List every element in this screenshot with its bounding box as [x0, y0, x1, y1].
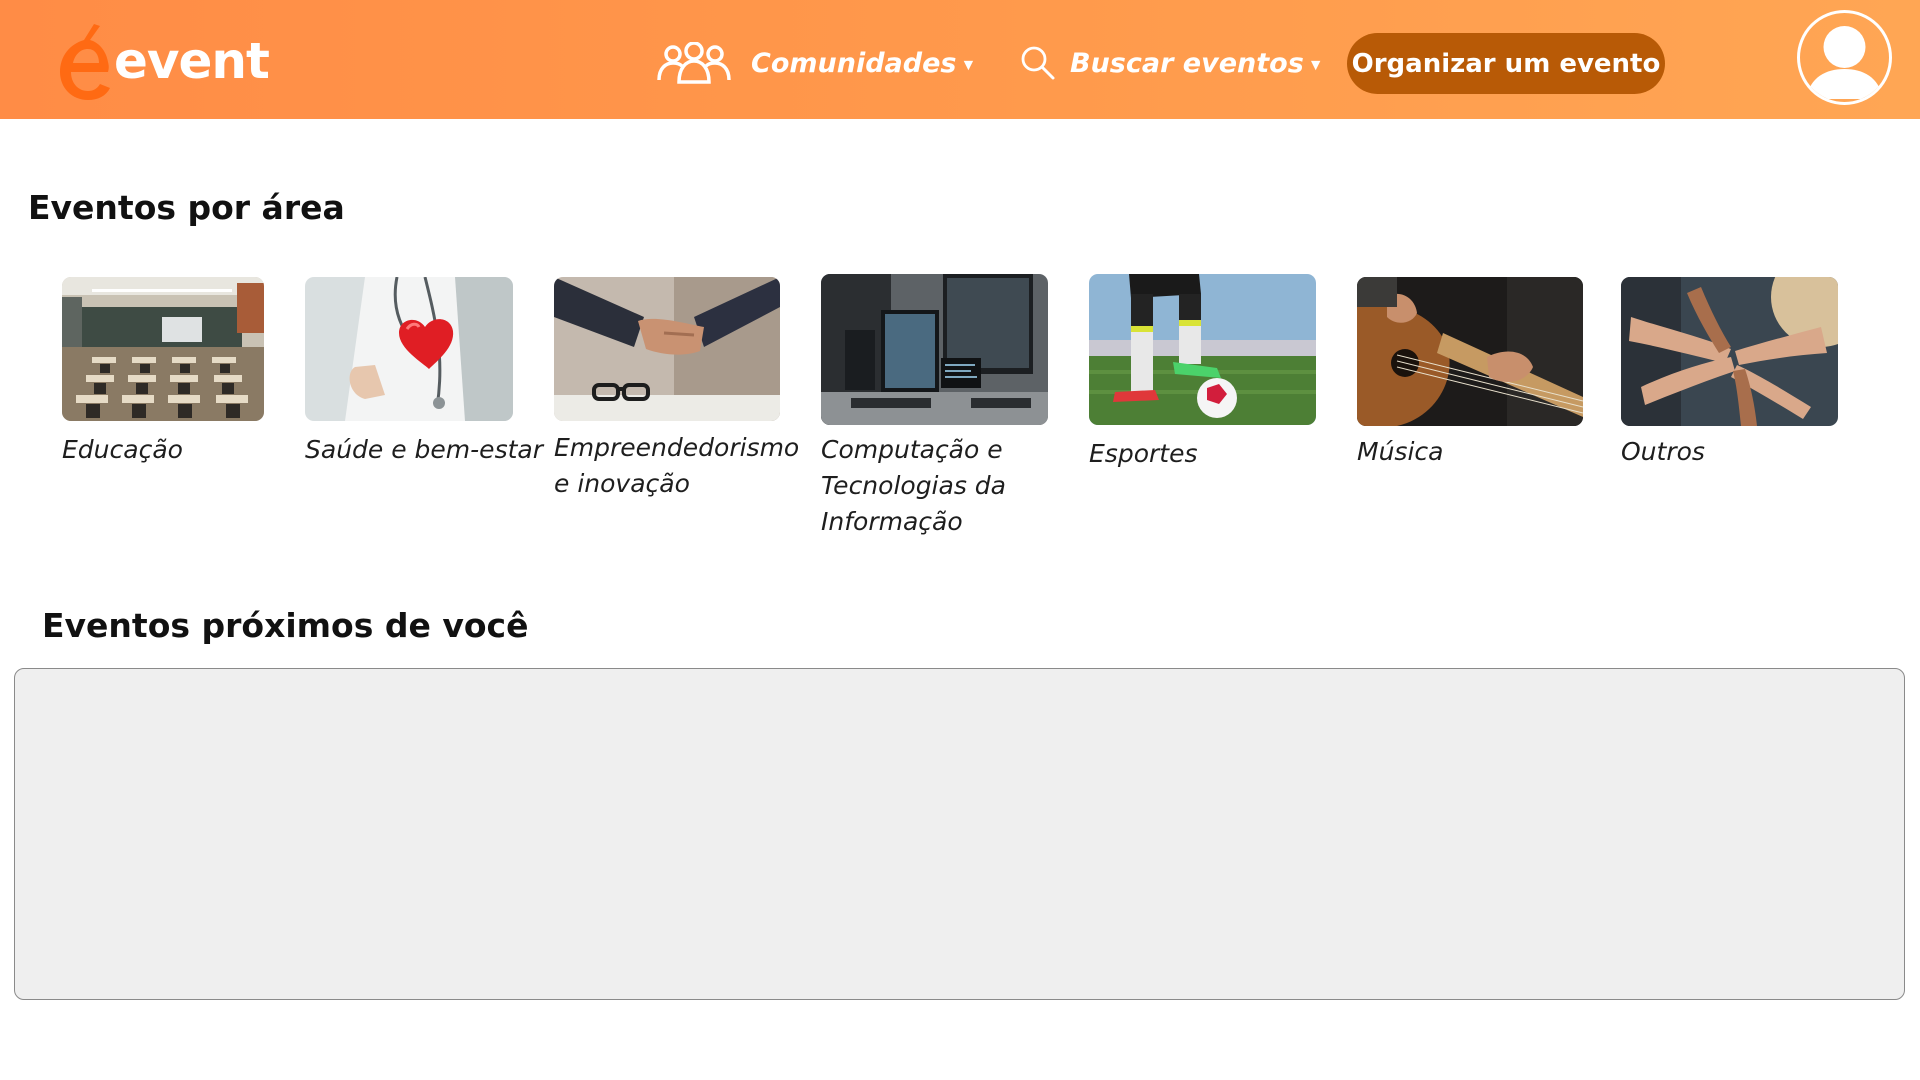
user-avatar-icon [1806, 26, 1883, 99]
category-outros[interactable]: Outros [1621, 277, 1847, 466]
nav-communities-label: Comunidades [751, 47, 957, 79]
category-musica[interactable]: Música [1357, 277, 1583, 466]
category-image-guitar [1357, 277, 1583, 426]
top-header: event Comunidades ▼ Buscar eventos ▼ Org… [0, 0, 1920, 119]
nav-communities[interactable]: Comunidades ▼ [657, 38, 976, 88]
category-label: Empreendedorismo e inovação [554, 433, 800, 498]
brand-logo[interactable]: event [54, 20, 270, 102]
nearby-events-panel [14, 668, 1905, 1000]
category-image-doctor-heart [305, 277, 513, 421]
people-group-icon [657, 42, 731, 84]
category-label: Computação e Tecnologias da Informação [821, 435, 1006, 536]
nav-search-events[interactable]: Buscar eventos ▼ [1020, 38, 1324, 88]
nav-search-label: Buscar eventos [1070, 47, 1304, 79]
logo-text: event [114, 32, 270, 90]
category-image-joined-hands [1621, 277, 1838, 426]
search-icon [1021, 46, 1055, 80]
category-educacao[interactable]: Educação [62, 277, 272, 464]
chevron-down-icon: ▼ [1307, 57, 1324, 74]
user-avatar[interactable] [1797, 10, 1892, 105]
category-computacao[interactable]: Computação e Tecnologias da Informação [821, 274, 1048, 536]
category-saude[interactable]: Saúde e bem-estar [305, 277, 543, 464]
chevron-down-icon: ▼ [960, 57, 977, 74]
category-image-classroom [62, 277, 264, 421]
category-label: Saúde e bem-estar [305, 435, 543, 464]
section-title-nearby: Eventos próximos de você [42, 606, 529, 645]
category-label: Esportes [1089, 439, 1198, 468]
section-title-areas: Eventos por área [28, 188, 345, 227]
organize-event-button[interactable]: Organizar um evento [1347, 33, 1665, 94]
category-label: Outros [1621, 437, 1705, 466]
category-image-handshake [554, 277, 780, 421]
category-image-soccer [1089, 274, 1316, 425]
logo-e-icon [60, 24, 110, 100]
category-empreendedorismo[interactable]: Empreendedorismo e inovação [554, 277, 799, 498]
category-label: Educação [62, 435, 183, 464]
category-image-computers [821, 274, 1048, 425]
category-esportes[interactable]: Esportes [1089, 274, 1316, 468]
category-label: Música [1357, 437, 1444, 466]
